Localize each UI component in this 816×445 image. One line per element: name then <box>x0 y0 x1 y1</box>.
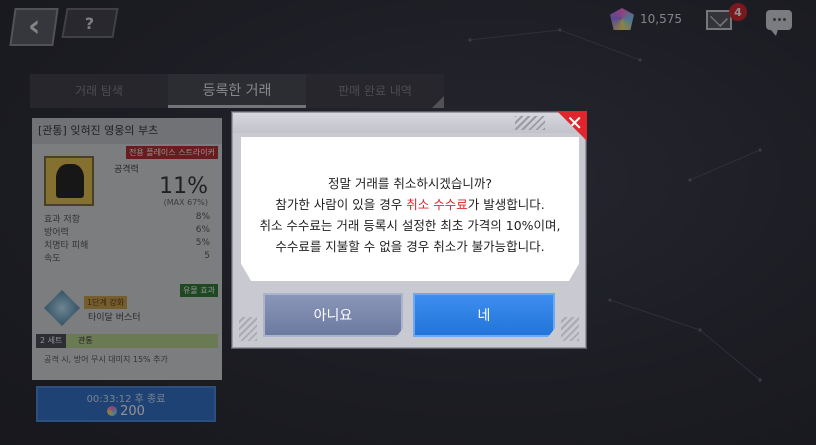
decor-hatch <box>239 317 257 341</box>
message-line-3: 취소 수수료는 거래 등록시 설정한 최초 가격의 10%이며, <box>259 218 561 233</box>
yes-button[interactable]: 네 <box>413 293 555 337</box>
cancel-trade-dialog: ✕ 정말 거래를 취소하시겠습니까? 참가한 사람이 있을 경우 취소 수수료가… <box>232 111 587 348</box>
message-panel: 정말 거래를 취소하시겠습니까? 참가한 사람이 있을 경우 취소 수수료가 발… <box>241 137 579 281</box>
no-button[interactable]: 아니요 <box>263 293 403 337</box>
decor-hatch <box>561 317 579 341</box>
cancel-fee-highlight: 취소 수수료 <box>406 197 468 212</box>
message-line-1: 정말 거래를 취소하시겠습니까? <box>327 176 493 191</box>
dialog-message: 정말 거래를 취소하시겠습니까? 참가한 사람이 있을 경우 취소 수수료가 발… <box>241 173 579 257</box>
message-line-2: 참가한 사람이 있을 경우 취소 수수료가 발생합니다. <box>275 197 545 212</box>
message-line-4: 수수료를 지불할 수 없을 경우 취소가 불가능합니다. <box>275 239 545 254</box>
header-stripes <box>515 116 545 130</box>
